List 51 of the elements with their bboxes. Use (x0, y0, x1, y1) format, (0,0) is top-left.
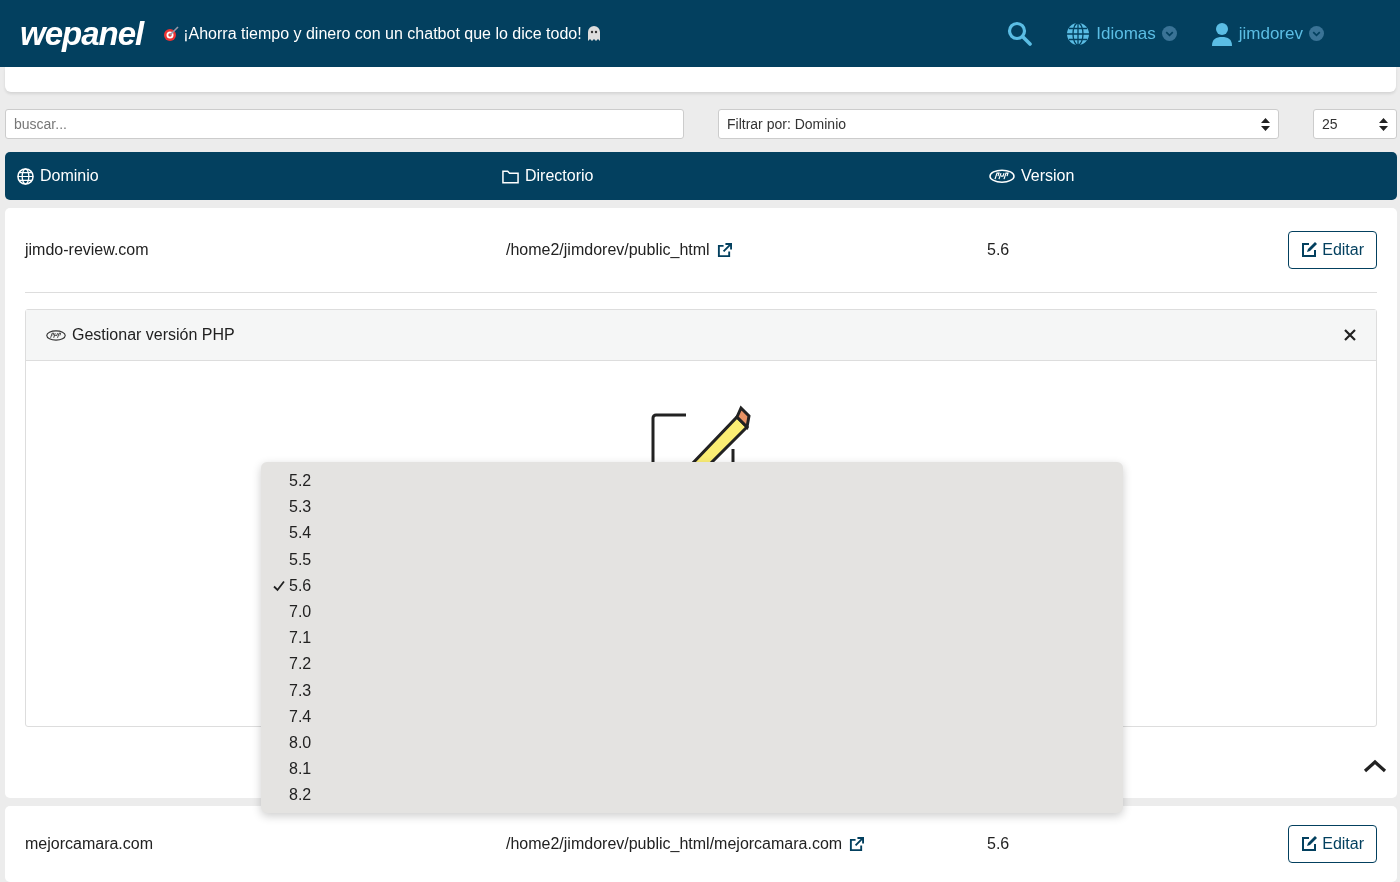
edit-icon (1301, 242, 1318, 258)
php-icon (46, 329, 66, 341)
chevron-down-icon (1309, 26, 1324, 41)
dart-icon (163, 25, 180, 42)
folder-icon (502, 168, 519, 184)
sort-icon (1379, 117, 1388, 131)
version-option[interactable]: 5.6 (261, 572, 1123, 599)
version-option[interactable]: 8.0 (261, 729, 1123, 757)
directory-cell: /home2/jimdorev/public_html/mejorcamara.com (506, 835, 987, 853)
version-option[interactable]: 5.4 (261, 520, 1123, 547)
column-header: Version (1021, 167, 1075, 185)
globe-icon (1066, 21, 1091, 46)
ghost-icon (585, 25, 602, 42)
edit-icon (1301, 836, 1318, 852)
globe-icon (17, 167, 34, 185)
version-option[interactable]: 8.1 (261, 756, 1123, 783)
language-menu[interactable]: Idiomas (1066, 21, 1177, 46)
close-button[interactable] (1344, 329, 1356, 341)
php-icon (989, 168, 1015, 184)
page-size-select[interactable]: 25 (1313, 109, 1397, 139)
logo[interactable]: wepanel (20, 14, 144, 53)
domain-cell-text: jimdo-review.com (25, 241, 150, 259)
chevron-down-icon (1161, 26, 1177, 41)
version-option[interactable]: 7.2 (261, 651, 1123, 678)
filter-select[interactable]: Filtrar por: Dominio (718, 109, 1279, 139)
version-option[interactable]: 7.0 (261, 598, 1123, 626)
announcement-text[interactable]: ¡Ahorra tiempo y dinero con un chatbot que lo dice todo! (183, 24, 582, 43)
directory-cell: /home2/jimdorev/public_html (506, 241, 987, 259)
edit-button[interactable]: Editar (1288, 231, 1377, 269)
search-button[interactable] (1007, 21, 1033, 46)
version-option[interactable]: 7.1 (261, 625, 1123, 652)
version-option[interactable]: 8.2 (261, 782, 1123, 809)
version-option[interactable]: 5.5 (261, 546, 1123, 573)
user-menu[interactable]: jimdorev (1210, 21, 1324, 46)
search-field[interactable]: buscar... (5, 109, 684, 139)
external-link-icon[interactable] (716, 242, 732, 258)
column-header: Directorio (525, 167, 594, 185)
external-link-icon[interactable] (849, 836, 865, 852)
column-header: Dominio (40, 167, 99, 185)
version-cell-text: 5.6 (987, 241, 1011, 259)
sort-icon (1261, 117, 1270, 131)
version-option[interactable]: 5.3 (261, 494, 1123, 521)
user-icon (1210, 21, 1233, 46)
version-option[interactable]: 5.2 (261, 468, 1123, 495)
domain-cell-text: mejorcamara.com (25, 835, 155, 853)
collapse-button[interactable] (1363, 758, 1387, 773)
panel-title: Gestionar versión PHP (72, 326, 236, 344)
version-option[interactable]: 7.4 (261, 703, 1123, 730)
version-cell-text: 5.6 (987, 835, 1011, 853)
version-option[interactable]: 7.3 (261, 677, 1123, 704)
edit-button[interactable]: Editar (1288, 825, 1377, 863)
